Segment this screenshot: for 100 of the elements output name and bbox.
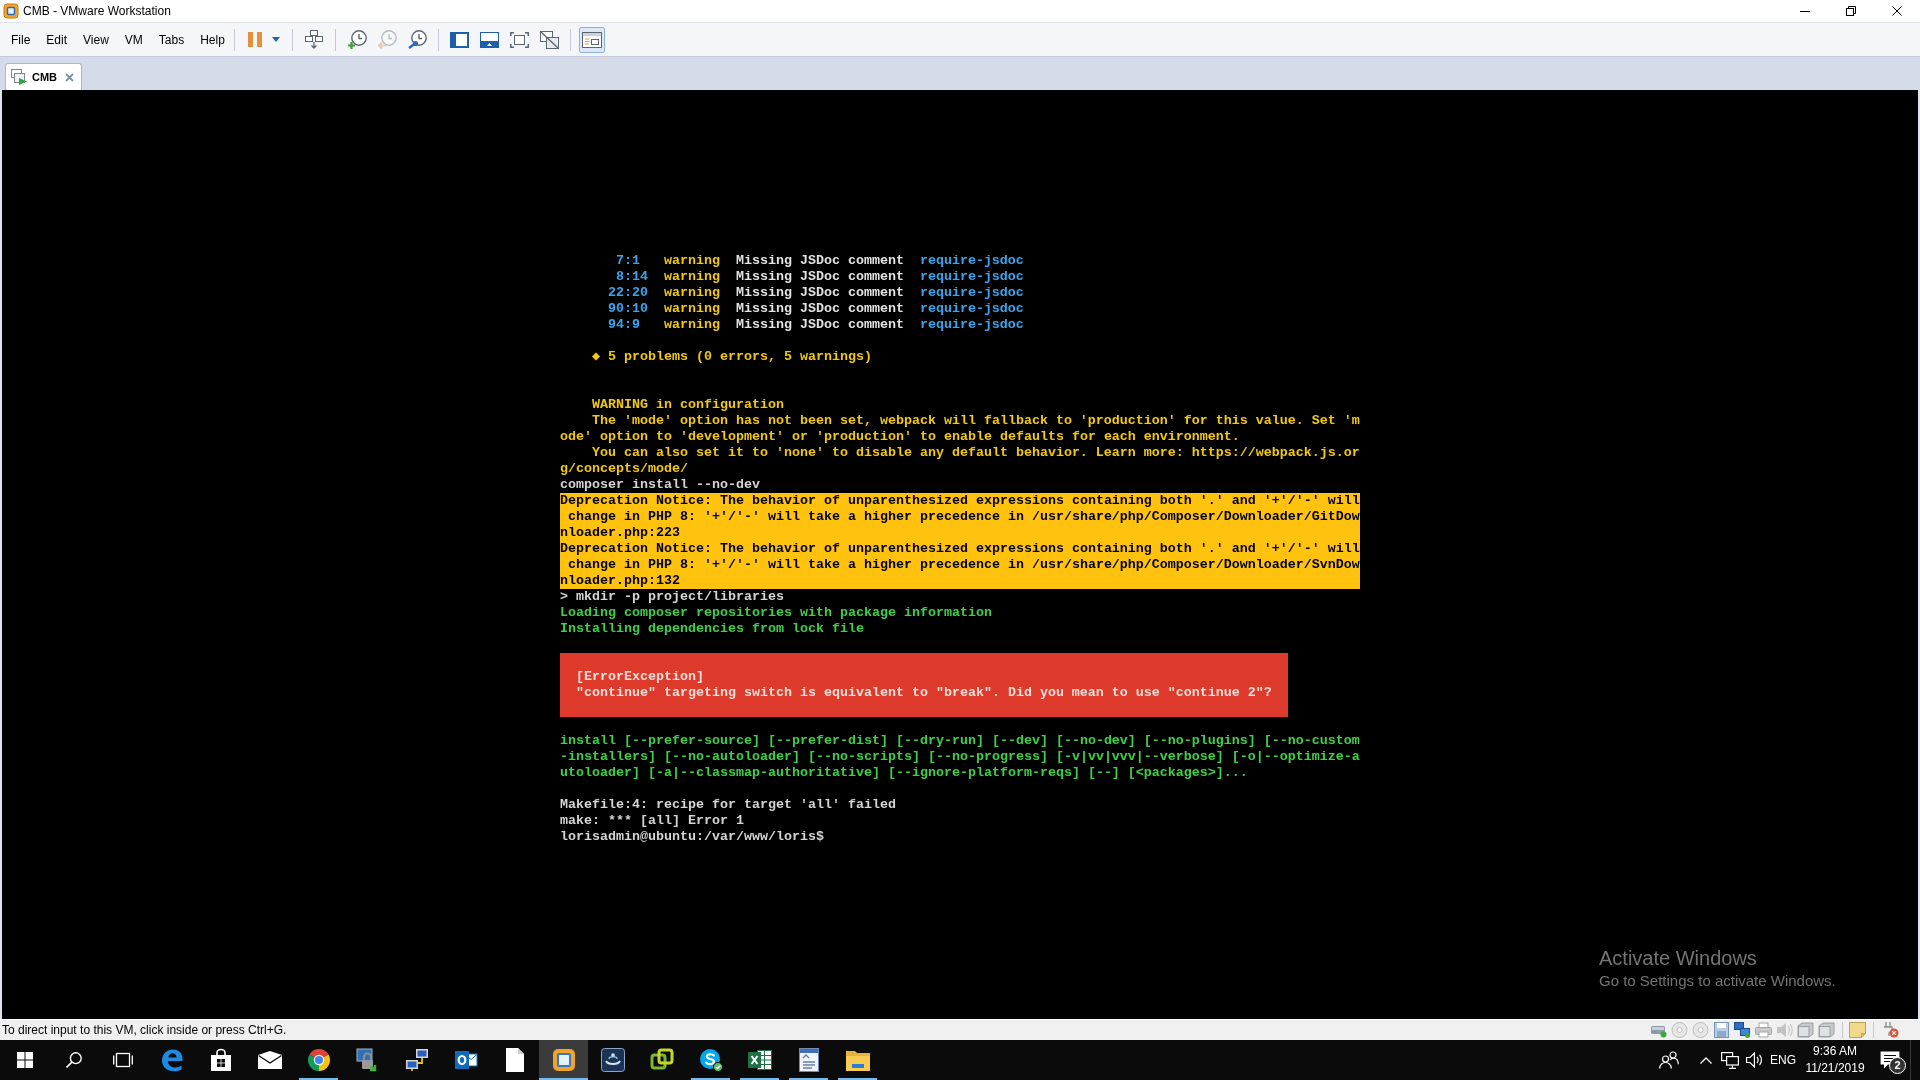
minimize-icon [1800, 10, 1810, 12]
vm-tab[interactable]: CMB [5, 63, 83, 90]
menu-item[interactable]: Edit [38, 31, 76, 48]
envelope-icon [257, 1051, 282, 1069]
command-line: composer install --no-dev [560, 477, 760, 493]
exception-message: "continue" targeting switch is equivalent to "break". Did you mean to use "continue 2"? [576, 685, 1272, 701]
mail-app-icon [453, 1048, 478, 1072]
drive-icon [1818, 1022, 1835, 1038]
sidebar-layout-icon [450, 31, 470, 48]
task-view-icon [112, 1052, 133, 1068]
close-icon [1892, 6, 1902, 16]
menu-item[interactable]: File [3, 31, 39, 48]
menu-item[interactable]: Tabs [150, 31, 193, 48]
network-icon [1734, 1022, 1751, 1038]
line-position: 8:14 [616, 269, 648, 285]
close-tab-icon[interactable] [65, 72, 75, 82]
exception-title: [ErrorException] [576, 669, 704, 685]
clock-plus-icon [348, 30, 368, 49]
notice-text: nloader.php:223 [560, 525, 680, 541]
command-line: > mkdir -p project/libraries [560, 589, 784, 605]
shell-prompt: lorisadmin@ubuntu:/var/www/loris$ [560, 829, 824, 845]
severity-label: warning [663, 269, 720, 285]
speaker-icon [1776, 1022, 1793, 1038]
four-panes-icon [16, 1052, 33, 1068]
windows-play-icon [11, 69, 27, 85]
console-view-button[interactable] [578, 26, 605, 53]
caret-icon [271, 37, 280, 42]
lint-summary: ◆ 5 problems (0 errors, 5 warnings) [592, 349, 872, 365]
severity-label: warning [663, 253, 720, 269]
info-line: Loading composer repositories with package information [560, 605, 992, 621]
restore-icon [1846, 6, 1856, 16]
app-icon [3, 3, 19, 19]
output-line: Makefile:4: recipe for target 'all' failed [560, 797, 896, 813]
notice-text: Deprecation Notice: The behavior of unparenthesized expressions containing both '.' and '+'/'-' will [560, 541, 1360, 557]
notice-text: change in PHP 8: '+'/'-' will take a higher precedence in /usr/share/php/Composer/Downloader/SvnDow [567, 557, 1360, 573]
warning-text: g/concepts/mode/ [560, 461, 688, 477]
usage-line: install [--prefer-source] [--prefer-dist] [--dry-run] [--dev] [--no-dev] [--no-plugins] [--no-custom [560, 733, 1360, 749]
line-position: 90:10 [608, 301, 648, 317]
people-icon [1659, 1051, 1679, 1069]
clock-button[interactable]: 9:36 AM 11/21/2019 [1800, 1040, 1870, 1080]
language-button[interactable]: ENG [1766, 1040, 1800, 1080]
search-icon [65, 1052, 82, 1068]
app-tile-icon [600, 1048, 625, 1072]
warning-text: ode' option to 'development' or 'production' to enable defaults for each environment. [560, 429, 1240, 445]
keys-icon [304, 30, 323, 49]
warning-text: You can also set it to 'none' to disable any default behavior. Learn more: https://webpack.js.or [592, 445, 1360, 461]
menu-item[interactable]: VM [116, 31, 151, 48]
menu-item[interactable]: Help [192, 31, 233, 48]
usage-line: -installers] [--no-autoloader] [--no-scripts] [--no-progress] [-v|vv|vvv|--verbose] [-o|--optimize-a [560, 749, 1360, 765]
notice-text: change in PHP 8: '+'/'-' will take a higher precedence in /usr/share/php/Composer/Downloader/GitDow [567, 509, 1360, 525]
pause-icon [247, 32, 262, 47]
overlapping-windows-icon [540, 30, 560, 49]
interlocked-squares-icon [649, 1048, 674, 1072]
rule-name: require-jsdoc [919, 285, 1024, 301]
window-title: CMB - VMware Workstation [23, 4, 171, 18]
severity-label: warning [663, 285, 720, 301]
browser-icon [159, 1048, 184, 1072]
warning-heading: WARNING in configuration [592, 397, 784, 413]
page-with-lines-icon [798, 1048, 819, 1072]
bottom-bar-layout-icon [480, 31, 500, 48]
speaker-icon [1745, 1052, 1763, 1068]
lint-message: Missing JSDoc comment [735, 301, 904, 317]
severity-label: warning [663, 301, 720, 317]
activation-title: Activate Windows [1599, 946, 1757, 970]
circle-segments-icon [306, 1048, 331, 1072]
console-view-icon [581, 31, 602, 48]
line-position: 94:9 [608, 317, 640, 333]
status-message: To direct input to this VM, click inside or press Ctrl+G. [1, 1023, 287, 1037]
notice-text: Deprecation Notice: The behavior of unparenthesized expressions containing both '.' and '+'/'-' will [560, 493, 1360, 509]
severity-label: warning [663, 317, 720, 333]
shopping-bag-icon [208, 1048, 233, 1072]
rule-name: require-jsdoc [919, 253, 1024, 269]
drive-icon [1797, 1022, 1814, 1038]
monitors-icon [1721, 1051, 1739, 1069]
vm-console[interactable] [2, 90, 1918, 1019]
line-position: 22:20 [608, 285, 648, 301]
info-line: Installing dependencies from lock file [560, 621, 864, 637]
spreadsheet-icon [747, 1048, 772, 1072]
sticky-note-icon [1849, 1022, 1866, 1038]
rule-name: require-jsdoc [919, 317, 1024, 333]
nested-squares-icon [551, 1048, 576, 1072]
notifications-button[interactable]: 2 [1870, 1040, 1910, 1080]
rule-name: require-jsdoc [919, 301, 1024, 317]
taskbar-app-button[interactable] [539, 1040, 588, 1080]
lint-message: Missing JSDoc comment [735, 285, 904, 301]
menu-item[interactable]: View [75, 31, 117, 48]
usage-line: utoloader] [-a|--classmap-authoritative] [--ignore-platform-reqs] [--] [<packages>]... [560, 765, 1248, 781]
document-icon [505, 1048, 524, 1072]
lint-message: Missing JSDoc comment [735, 317, 904, 333]
warning-text: The 'mode' option has not been set, webpack will fallback to 'production' for this value. Set 'm [592, 413, 1360, 429]
notification-count-badge: 2 [1889, 1057, 1906, 1074]
line-position: 7:1 [616, 253, 640, 269]
lint-message: Missing JSDoc comment [735, 269, 904, 285]
lint-message: Missing JSDoc comment [735, 253, 904, 269]
linked-monitors-icon [404, 1048, 429, 1072]
folder-icon [845, 1049, 870, 1071]
notice-text: nloader.php:132 [560, 573, 680, 589]
chevron-up-icon [1700, 1056, 1712, 1064]
full-screen-icon [510, 31, 530, 48]
output-line: make: *** [all] Error 1 [560, 813, 744, 829]
